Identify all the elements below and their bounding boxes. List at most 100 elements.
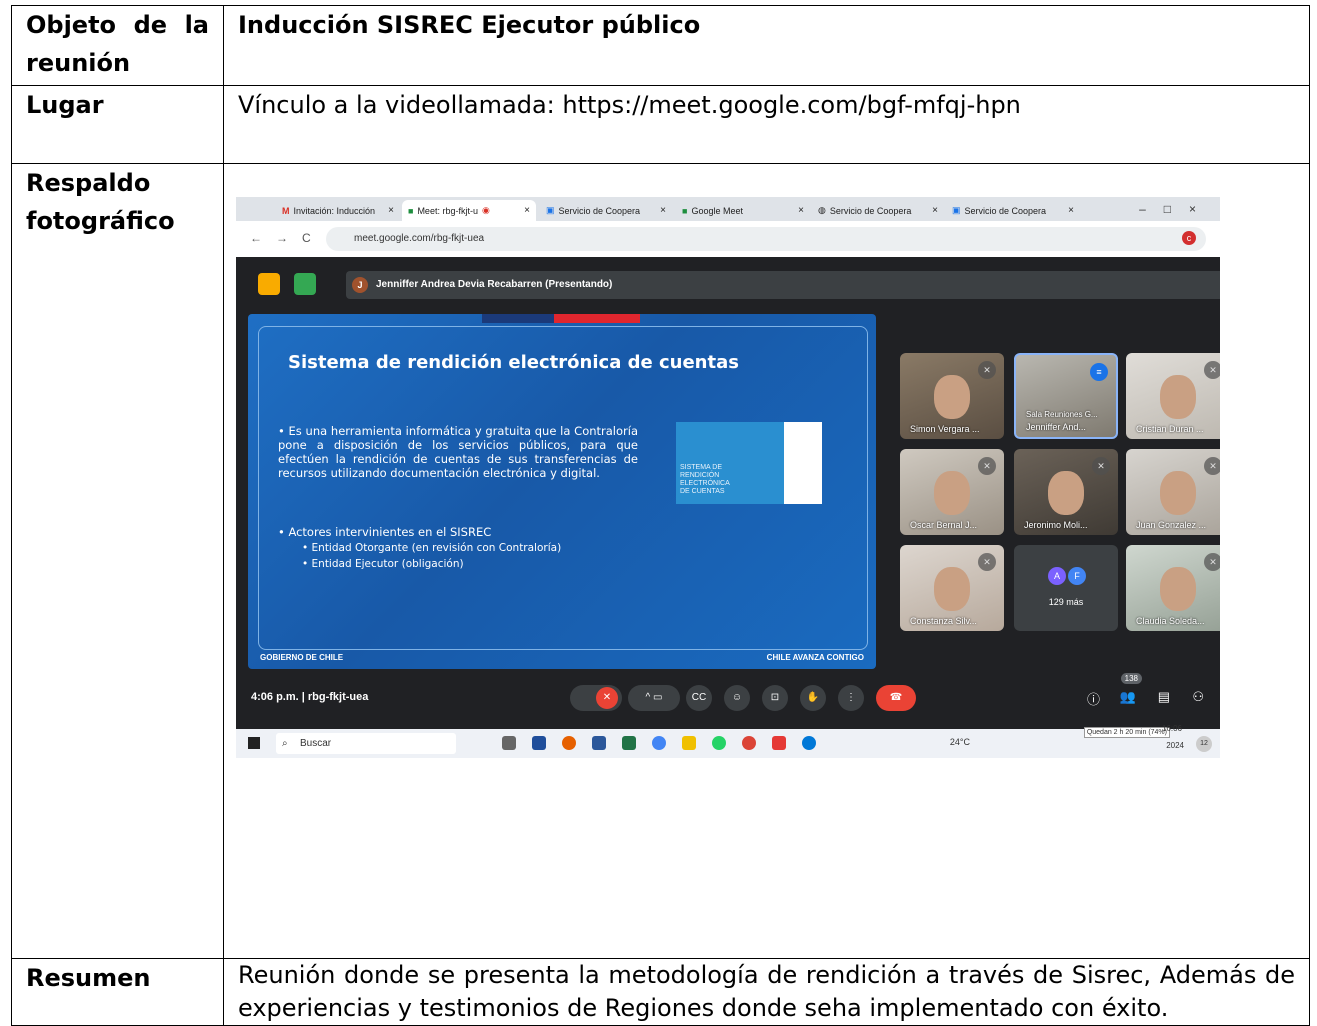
participant-name: Constanza Silv... (910, 616, 977, 626)
sisrec-logo: SISTEMA DE RENDICIÓN ELECTRÓNICA DE CUEN… (676, 422, 822, 504)
close-icon[interactable]: × (660, 205, 672, 216)
objeto-label: Objeto de la reunión (11, 5, 224, 86)
weather[interactable]: 24°C (950, 737, 970, 747)
excel-icon[interactable] (622, 736, 636, 750)
mic-toggle-button[interactable]: ✕ (570, 685, 622, 711)
participant-avatar: A (1048, 567, 1066, 585)
participant-name: Jenniffer And... (1026, 422, 1086, 432)
gmail-icon: M (282, 205, 290, 216)
participant-tile[interactable]: ✕ Constanza Silv... (900, 545, 1004, 631)
close-icon[interactable]: × (524, 205, 536, 216)
mic-off-icon: ✕ (978, 457, 996, 475)
notification-badge[interactable]: 12 (1196, 736, 1212, 752)
activities-icon[interactable]: ⚇ (1192, 689, 1204, 705)
taskbar-search[interactable]: ⌕ Buscar (276, 733, 456, 754)
meeting-time-code: 4:06 p.m. | rbg-fkjt-uea (251, 691, 369, 703)
row-objeto: Objeto de la reunión Inducción SISREC Ej… (11, 5, 1310, 86)
slide-footer-left: GOBIERNO DE CHILE (260, 653, 344, 662)
participant-name: Juan Gonzalez ... (1136, 520, 1207, 530)
slide-title: Sistema de rendición electrónica de cuen… (288, 352, 739, 373)
mic-off-icon: ✕ (978, 361, 996, 379)
tab-label: Servicio de Coopera (558, 205, 641, 216)
window-controls[interactable]: –□× (1139, 202, 1214, 216)
participant-video (934, 471, 970, 515)
pdf-icon[interactable] (772, 736, 786, 750)
more-options-button[interactable]: ⋮ (838, 685, 864, 711)
browser-tab[interactable]: ■ Google Meet × (676, 200, 810, 221)
presenter-avatar: J (352, 277, 368, 293)
participant-video (1160, 567, 1196, 611)
globe-icon: ◍ (818, 205, 826, 215)
participant-tile[interactable]: ✕ Cristian Duran ... (1126, 353, 1220, 439)
more-participants-tile[interactable]: A F 129 más (1014, 545, 1118, 631)
browser-tab-active[interactable]: ■ Meet: rbg-fkjt-u ◉ × (402, 200, 536, 221)
browser-tab-strip: M Invitación: Inducción × ■ Meet: rbg-fkjt-… (236, 197, 1220, 221)
address-bar[interactable]: meet.google.com/rbg-fkjt-uea (326, 227, 1206, 251)
whatsapp-icon[interactable] (712, 736, 726, 750)
slide-footer-right: CHILE AVANZA CONTIGO (766, 653, 864, 662)
close-icon[interactable]: × (1068, 205, 1080, 216)
participant-tile[interactable]: ✕ Claudia Soleda... (1126, 545, 1220, 631)
meet-icon: ■ (408, 205, 414, 216)
participant-tile[interactable]: ✕ Oscar Bernal J... (900, 449, 1004, 535)
presenter-name: Jenniffer Andrea Devia Recabarren (Prese… (376, 279, 613, 290)
profile-avatar[interactable]: c (1182, 231, 1196, 245)
captions-button[interactable]: CC (686, 685, 712, 711)
stop-presenting-icon[interactable] (258, 273, 280, 295)
chrome-icon[interactable] (742, 736, 756, 750)
start-icon[interactable] (248, 737, 260, 749)
slide-bullet-2: • Actores intervinientes en el SISREC (278, 525, 492, 539)
present-button[interactable]: ⊡ (762, 685, 788, 711)
clock-year[interactable]: 2024 (1166, 741, 1184, 750)
tab-label: Meet: rbg-fkjt-u (417, 205, 478, 216)
mic-off-icon: ✕ (978, 553, 996, 571)
contraloria-seal (784, 422, 822, 504)
resumen-label: Resumen (11, 958, 224, 1026)
search-icon: ⌕ (282, 738, 288, 749)
meet-controls: 4:06 p.m. | rbg-fkjt-uea ✕ ^ ▭ CC ☺ ⊡ ✋ … (236, 671, 1220, 725)
mic-off-icon: ✕ (1204, 457, 1220, 475)
word-icon[interactable] (592, 736, 606, 750)
edge-icon[interactable] (802, 736, 816, 750)
explorer-icon[interactable] (682, 736, 696, 750)
record-icon: ◉ (481, 205, 490, 215)
browser-tab[interactable]: ◍ Servicio de Coopera × (812, 200, 944, 221)
participant-tile[interactable]: ≡ Sala Reuniones G... Jenniffer And... (1014, 353, 1118, 439)
raise-hand-button[interactable]: ✋ (800, 685, 826, 711)
info-icon[interactable]: ⓘ (1087, 689, 1100, 708)
participant-tile[interactable]: ✕ Simon Vergara ... (900, 353, 1004, 439)
camera-toggle-button[interactable]: ^ ▭ (628, 685, 680, 711)
speaking-icon: ≡ (1090, 363, 1108, 381)
app-icon[interactable] (532, 736, 546, 750)
chrome-icon[interactable] (652, 736, 666, 750)
clock-time[interactable]: 16:06 (1162, 724, 1182, 733)
chat-icon[interactable]: ▤ (1158, 689, 1170, 705)
browser-tab[interactable]: ▣ Servicio de Coopera × (946, 200, 1080, 221)
presenting-bar: J Jenniffer Andrea Devia Recabarren (Pre… (246, 269, 1220, 301)
participant-name: Oscar Bernal J... (910, 520, 978, 530)
participant-name: Jeronimo Moli... (1024, 520, 1088, 530)
browser-tab[interactable]: M Invitación: Inducción × (276, 200, 400, 221)
close-icon[interactable]: × (932, 205, 944, 216)
firefox-icon[interactable] (562, 736, 576, 750)
participant-tile[interactable]: ✕ Juan Gonzalez ... (1126, 449, 1220, 535)
people-icon[interactable]: 👥 (1120, 689, 1136, 705)
objeto-value: Inducción SISREC Ejecutor público (223, 5, 1310, 86)
browser-tab[interactable]: ▣ Servicio de Coopera × (540, 200, 672, 221)
close-icon[interactable]: × (798, 205, 810, 216)
participant-video (1160, 375, 1196, 419)
close-icon[interactable]: × (388, 205, 400, 216)
task-view-icon[interactable] (502, 736, 516, 750)
participant-tile[interactable]: ✕ Jeronimo Moli... (1014, 449, 1118, 535)
leave-call-button[interactable]: ☎ (876, 685, 916, 711)
meet-screenshot: M Invitación: Inducción × ■ Meet: rbg-fkjt-… (236, 197, 1220, 758)
emoji-button[interactable]: ☺ (724, 685, 750, 711)
slide-bullets-2: • Actores intervinientes en el SISREC • … (278, 524, 561, 572)
presenter-label: J Jenniffer Andrea Devia Recabarren (Pre… (346, 271, 1220, 299)
participant-subname: Sala Reuniones G... (1026, 410, 1098, 419)
row-lugar: Lugar Vínculo a la videollamada: https:/… (11, 85, 1310, 164)
present-icon[interactable] (294, 273, 316, 295)
resumen-value: Reunión donde se presenta la metodología… (223, 958, 1310, 1026)
nav-buttons[interactable]: ←→C (250, 231, 325, 245)
mic-off-icon: ✕ (1092, 457, 1110, 475)
